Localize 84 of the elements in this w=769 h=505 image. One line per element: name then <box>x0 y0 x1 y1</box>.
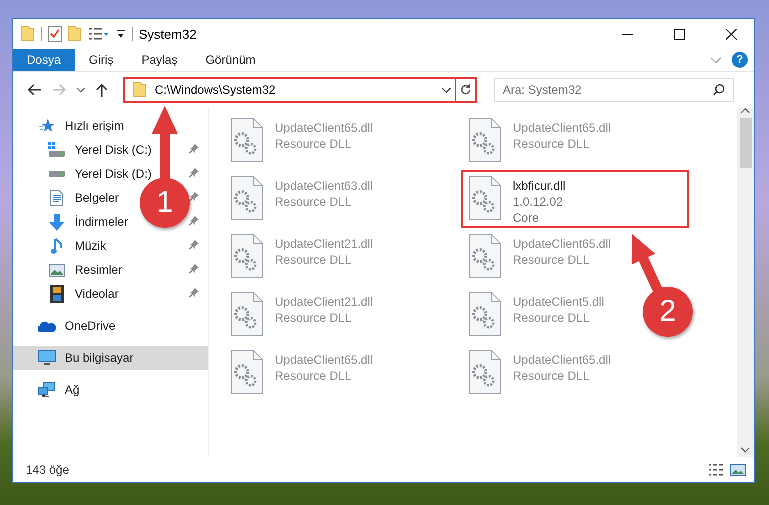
dll-file-icon <box>231 292 263 336</box>
nav-item[interactable]: Belgeler <box>75 191 120 205</box>
dll-file-icon <box>469 292 501 336</box>
window-title: System32 <box>139 26 198 42</box>
ribbon-tab[interactable]: Paylaş <box>128 49 192 71</box>
details-view-button[interactable] <box>708 462 724 476</box>
file-detail: Resource DLL <box>513 136 591 152</box>
search-icon[interactable] <box>713 84 725 96</box>
file-detail: Resource DLL <box>513 310 591 326</box>
nav-item[interactable]: Videolar <box>75 287 119 301</box>
scrollbar-thumb[interactable] <box>740 118 752 168</box>
file-name[interactable]: lxbficur.dll <box>513 178 566 194</box>
pin-icon[interactable] <box>189 240 199 250</box>
chevron-down-icon[interactable] <box>710 56 722 64</box>
monitor-icon <box>38 350 56 366</box>
chevron-down-icon <box>77 88 85 92</box>
nav-item[interactable]: İndirmeler <box>75 215 128 229</box>
pin-icon[interactable] <box>189 192 199 202</box>
dropdown-caret-icon[interactable] <box>116 29 126 39</box>
address-bar[interactable]: C:\Windows\System32 <box>123 77 477 103</box>
file-detail: Resource DLL <box>275 194 353 210</box>
dll-file-icon <box>231 118 263 162</box>
nav-item[interactable]: Yerel Disk (D:) <box>75 167 152 181</box>
callout-arrow <box>632 234 664 294</box>
folder-icon <box>133 82 147 98</box>
list-view-icon[interactable] <box>88 27 110 41</box>
pin-icon[interactable] <box>189 144 199 154</box>
file-detail: Resource DLL <box>513 368 591 384</box>
forward-arrow-icon <box>53 84 67 96</box>
pin-icon[interactable] <box>189 216 199 226</box>
checklist-icon[interactable] <box>48 26 62 42</box>
refresh-icon <box>460 84 472 96</box>
dll-file-icon <box>469 176 501 220</box>
maximize-icon <box>674 28 684 40</box>
pin-icon[interactable] <box>189 288 199 298</box>
file-detail: Resource DLL <box>275 252 353 268</box>
close-icon <box>726 28 736 40</box>
document-icon <box>50 190 64 206</box>
dll-file-icon <box>231 234 263 278</box>
dll-file-icon <box>231 350 263 394</box>
details-list-icon <box>708 462 724 476</box>
dropdown-caret-icon[interactable] <box>442 88 450 92</box>
ribbon-tab[interactable]: Giriş <box>75 49 128 71</box>
pin-icon[interactable] <box>189 168 199 178</box>
nav-item[interactable]: Müzik <box>75 239 106 253</box>
drive-icon <box>48 142 66 158</box>
up-arrow-icon <box>96 83 108 97</box>
picture-icon <box>730 462 746 476</box>
music-note-icon <box>51 238 63 254</box>
drive-icon <box>48 170 66 178</box>
ribbon-tab[interactable]: Görünüm <box>192 49 270 71</box>
scroll-up-icon[interactable] <box>741 108 750 114</box>
file-menu-tab[interactable]: Dosya <box>13 49 76 71</box>
star-icon <box>39 118 55 134</box>
nav-item[interactable]: OneDrive <box>65 319 116 333</box>
file-detail: 1.0.12.02 <box>513 194 564 210</box>
nav-item[interactable]: Ağ <box>65 383 80 397</box>
film-icon <box>50 285 64 303</box>
file-detail: Resource DLL <box>275 368 353 384</box>
large-icons-view-button[interactable] <box>730 462 746 476</box>
cloud-icon <box>38 320 56 332</box>
item-count: 143 öğe <box>26 462 70 476</box>
folder-icon <box>21 26 35 42</box>
dll-file-icon <box>469 234 501 278</box>
dll-file-icon <box>469 350 501 394</box>
nav-item[interactable]: Bu bilgisayar <box>65 351 134 365</box>
nav-item[interactable]: Yerel Disk (C:) <box>75 143 152 157</box>
file-detail: Resource DLL <box>275 136 353 152</box>
dll-file-icon <box>231 176 263 220</box>
picture-icon <box>49 264 65 276</box>
scroll-down-icon[interactable] <box>741 447 750 453</box>
file-detail: Resource DLL <box>513 252 591 268</box>
network-icon <box>38 382 56 398</box>
help-button[interactable]: ? <box>732 52 748 68</box>
vertical-scrollbar[interactable] <box>737 108 754 457</box>
back-arrow-icon <box>27 84 41 96</box>
pin-icon[interactable] <box>189 264 199 274</box>
nav-item[interactable]: Hızlı erişim <box>65 119 124 133</box>
download-arrow-icon <box>49 214 65 230</box>
nav-item[interactable]: Resimler <box>75 263 122 277</box>
dll-file-icon <box>469 118 501 162</box>
file-detail: Resource DLL <box>275 310 353 326</box>
file-detail: Core <box>513 210 540 226</box>
search-field[interactable]: Ara: System32 <box>494 78 734 102</box>
